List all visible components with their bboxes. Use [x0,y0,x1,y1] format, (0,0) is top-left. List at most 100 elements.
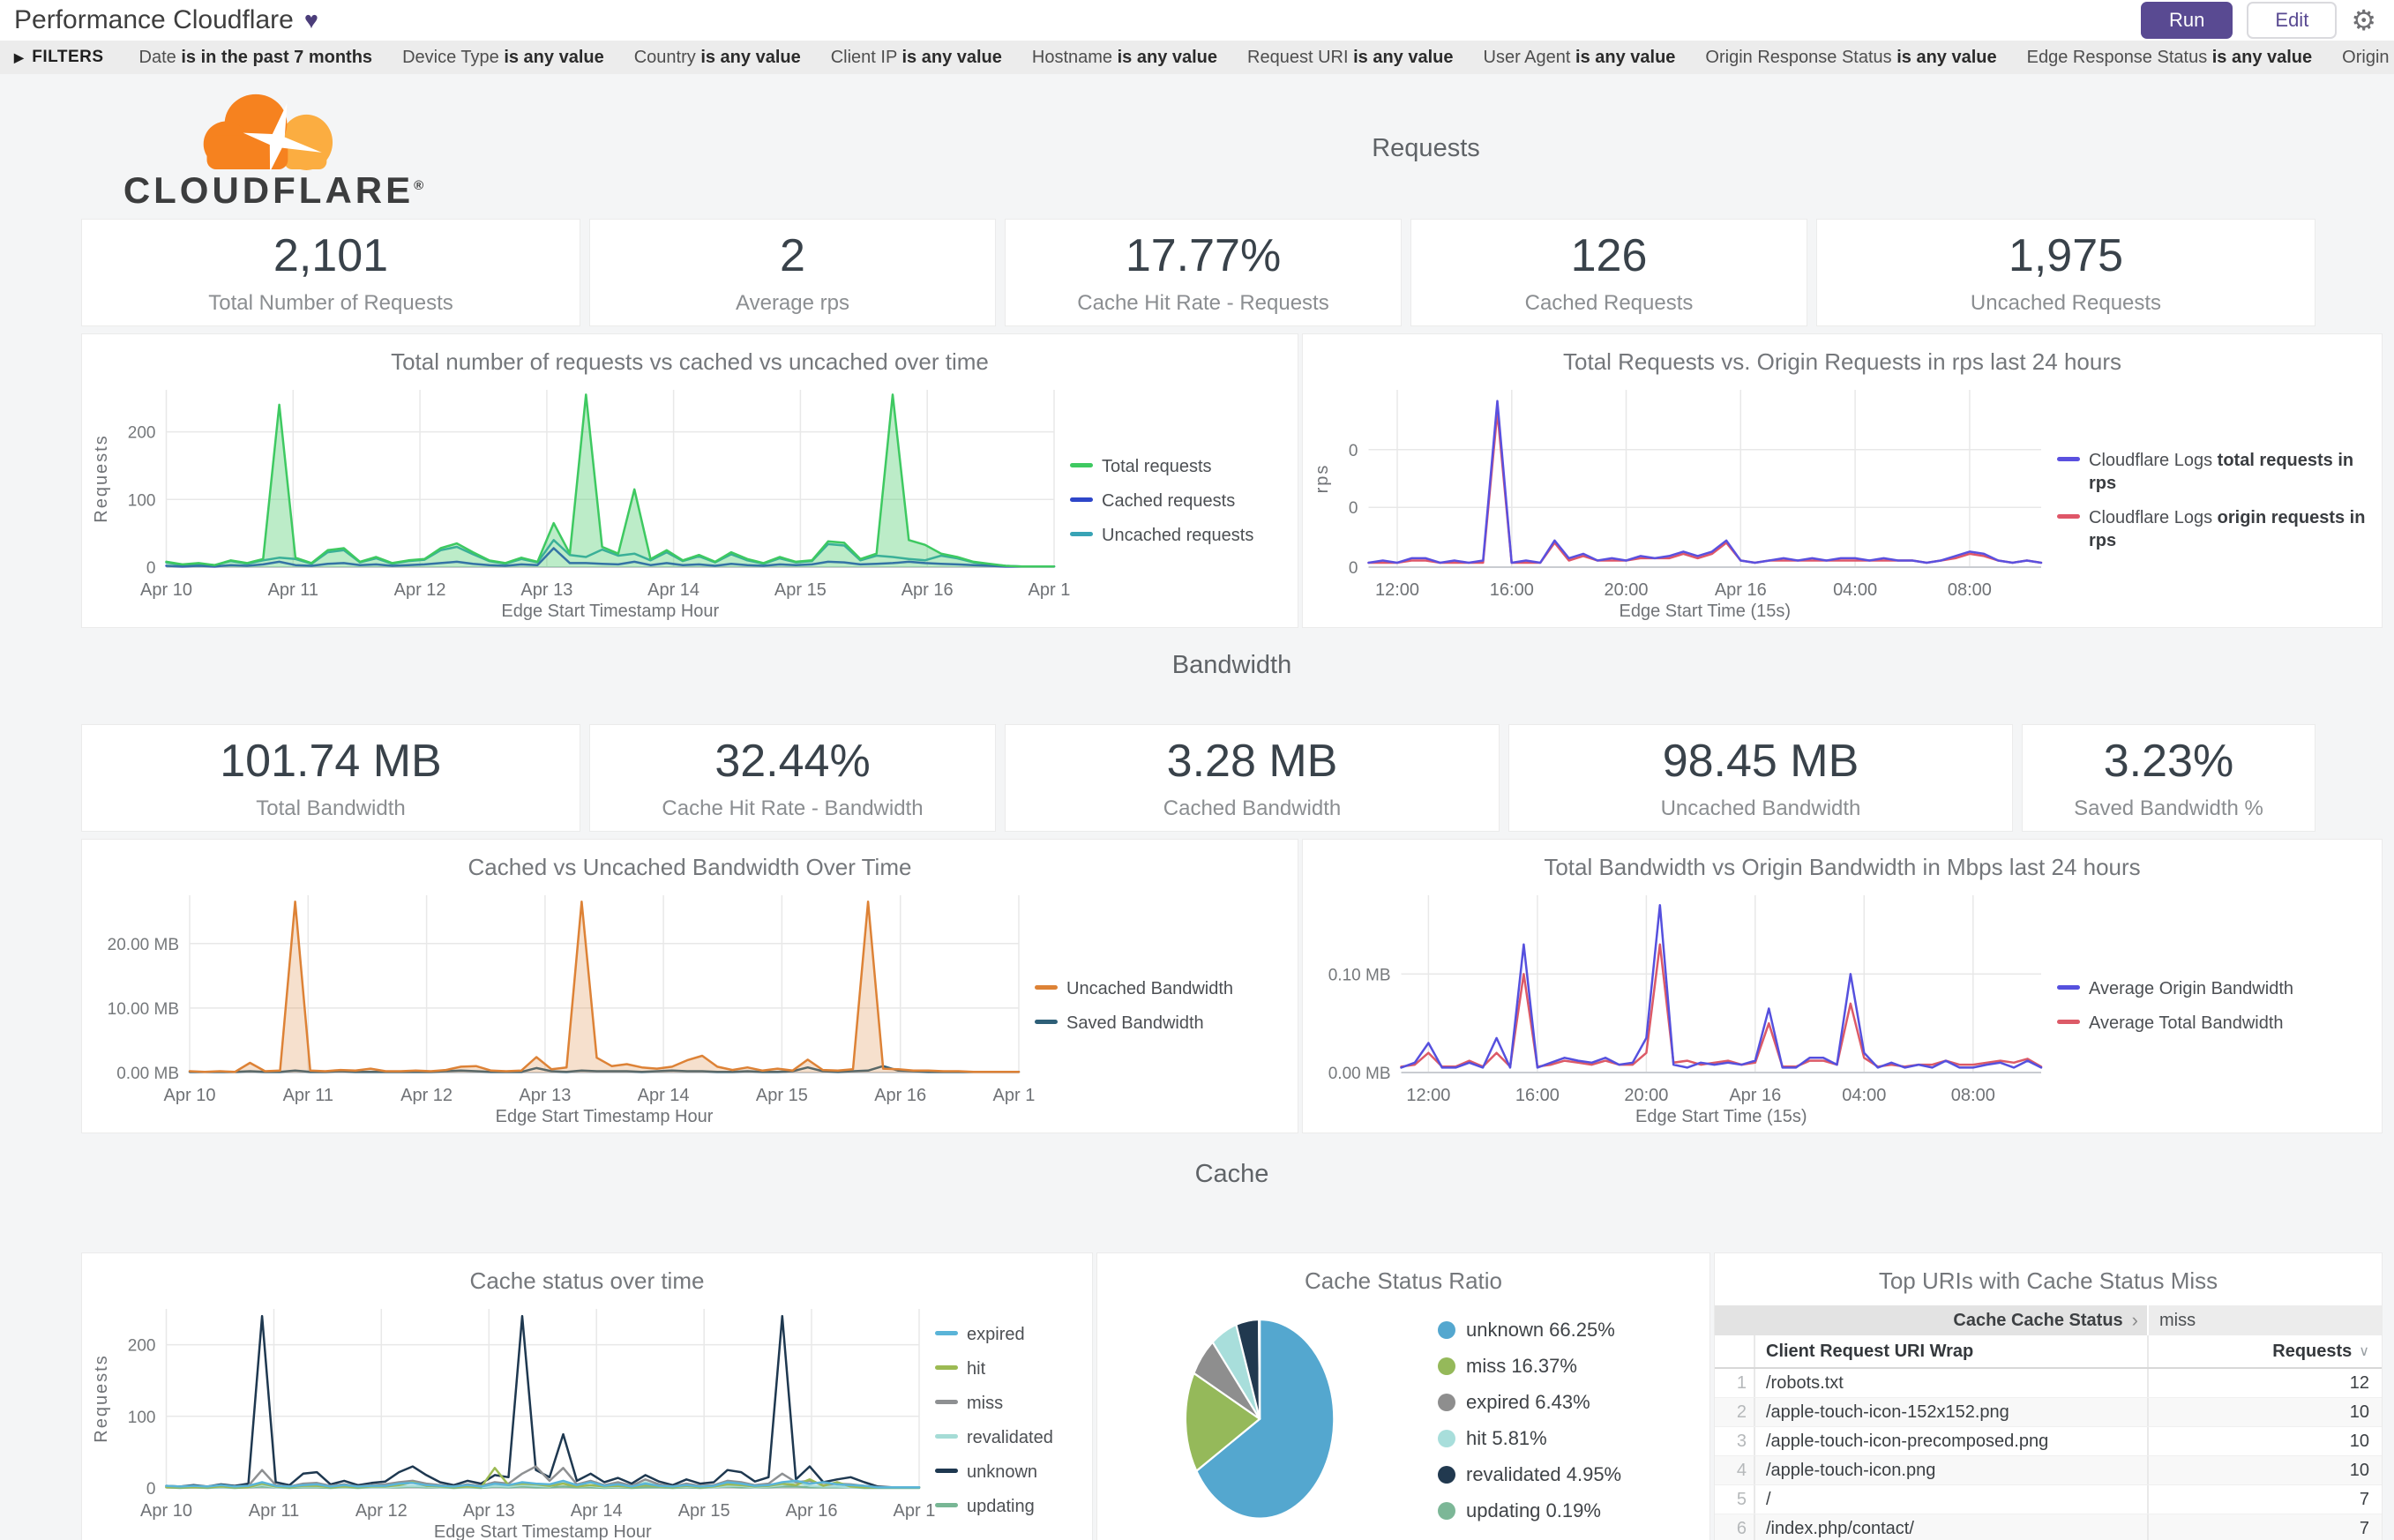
legend-item[interactable]: Average Total Bandwidth [2057,1012,2371,1035]
filter-chip[interactable]: Hostname is any value [1032,48,1217,68]
legend-item[interactable]: Cloudflare Logs origin requests in rps [2057,506,2371,552]
svg-text:20:00: 20:00 [1624,1086,1668,1105]
svg-text:Apr 10: Apr 10 [140,580,192,600]
requests-cell[interactable]: 10 [2147,1398,2382,1426]
cache-status-ratio-pie[interactable] [1104,1297,1438,1540]
row-index: 5 [1715,1485,1755,1514]
chart-cache-status-ratio: Cache Status Ratio unknown 66.25%miss 16… [1096,1252,1710,1540]
legend-item[interactable]: hit [935,1357,1081,1380]
kpi-tile[interactable]: 126Cached Requests [1410,219,1807,326]
svg-text:Apr 14: Apr 14 [647,580,699,600]
svg-text:0: 0 [146,1480,156,1499]
filter-chip[interactable]: User Agent is any value [1484,48,1676,68]
svg-text:Apr 11: Apr 11 [249,1501,299,1521]
filter-chip[interactable]: Request URI is any value [1247,48,1453,68]
pie-legend-item[interactable]: miss 16.37% [1438,1355,1702,1378]
kpi-tile[interactable]: 2,101Total Number of Requests [81,219,580,326]
legend-item[interactable]: revalidated [935,1426,1081,1449]
filters-toggle[interactable]: ▶ FILTERS [14,48,104,67]
requests-cell[interactable]: 12 [2147,1369,2382,1397]
kpi-tile[interactable]: 1,975Uncached Requests [1816,219,2315,326]
legend-item[interactable]: Cached requests [1070,490,1287,512]
run-button[interactable]: Run [2141,2,2233,39]
pie-legend: unknown 66.25% miss 16.37% expired 6.43% hi… [1438,1297,1702,1540]
filter-chip[interactable]: Edge Response Status is any value [2027,48,2313,68]
pie-legend-item[interactable]: updating 0.19% [1438,1499,1702,1522]
legend-item[interactable]: Average Origin Bandwidth [2057,977,2371,1000]
chart-title: Cache status over time [89,1267,1085,1295]
legend-label: Cached requests [1102,490,1235,512]
legend-item[interactable]: updating [935,1495,1081,1518]
uri-cell[interactable]: /robots.txt [1755,1369,2147,1397]
uri-cell[interactable]: /apple-touch-icon-152x152.png [1755,1398,2147,1426]
legend-label: updating [967,1495,1035,1518]
kpi-tile[interactable]: 3.23%Saved Bandwidth % [2022,724,2315,832]
filter-chip[interactable]: Country is any value [634,48,801,68]
requests-header-row: CLOUDFLARE® Requests [81,81,2383,215]
requests-cell[interactable]: 10 [2147,1427,2382,1455]
chart-legend: Average Origin Bandwidth Average Total Ba… [2057,883,2375,1129]
kpi-tile[interactable]: 32.44%Cache Hit Rate - Bandwidth [589,724,996,832]
legend-swatch [2057,985,2080,990]
svg-text:0.10 MB: 0.10 MB [1328,966,1391,984]
legend-item[interactable]: Uncached requests [1070,524,1287,547]
pie-legend-item[interactable]: revalidated 4.95% [1438,1463,1702,1486]
cache-status-over-time-plot[interactable]: 0100200Apr 10Apr 11Apr 12Apr 13Apr 14Apr… [89,1297,935,1540]
legend-item[interactable]: Uncached Bandwidth [1035,977,1287,1000]
bandwidth-over-time-plot[interactable]: 0.00 MB10.00 MB20.00 MBApr 10Apr 11Apr 1… [89,883,1035,1129]
kpi-tile[interactable]: 2Average rps [589,219,996,326]
gear-icon[interactable]: ⚙ [2351,6,2376,34]
bandwidth-charts-row: Cached vs Uncached Bandwidth Over Time 0… [81,839,2383,1133]
kpi-label: Total Bandwidth [256,796,405,821]
kpi-value: 1,975 [2009,229,2123,282]
legend-item[interactable]: Cloudflare Logs total requests in rps [2057,449,2371,495]
filter-chip[interactable]: Origin Response Status is any value [1705,48,1996,68]
requests-cell[interactable]: 7 [2147,1485,2382,1514]
legend-item[interactable]: Saved Bandwidth [1035,1012,1287,1035]
kpi-tile[interactable]: 3.28 MBCached Bandwidth [1005,724,1500,832]
svg-text:Apr 12: Apr 12 [355,1501,408,1521]
filter-chip[interactable]: Device Type is any value [402,48,604,68]
legend-item[interactable]: expired [935,1323,1081,1346]
bandwidth-last-24h-plot[interactable]: 0.00 MB0.10 MB12:0016:0020:00Apr 1604:00… [1310,883,2057,1129]
kpi-tile[interactable]: 101.74 MB Total Bandwidth [81,724,580,832]
kpi-value: 101.74 MB [220,735,442,788]
legend-item[interactable]: miss [935,1392,1081,1415]
rps-last-24h-plot[interactable]: 00012:0016:0020:00Apr 1604:0008:00Edge S… [1310,378,2057,624]
filter-chip[interactable]: Client IP is any value [831,48,1002,68]
edit-button[interactable]: Edit [2247,2,2337,39]
kpi-label: Average rps [736,291,849,316]
row-index: 2 [1715,1398,1755,1426]
filter-chip[interactable]: Origin IP is any value [2342,48,2394,68]
kpi-tile[interactable]: 98.45 MBUncached Bandwidth [1508,724,2013,832]
requests-column-header[interactable]: Requests ∨ [2147,1335,2382,1367]
filter-chip[interactable]: Date is in the past 7 months [139,48,373,68]
pie-legend-item[interactable]: unknown 66.25% [1438,1319,1702,1342]
legend-item[interactable]: Total requests [1070,455,1287,478]
svg-text:Apr 14: Apr 14 [571,1501,623,1521]
row-index: 3 [1715,1427,1755,1455]
uri-column-header[interactable]: Client Request URI Wrap [1755,1342,2147,1362]
legend-swatch [935,1434,958,1439]
chart-rps-last-24h: Total Requests vs. Origin Requests in rp… [1302,333,2383,628]
requests-cell[interactable]: 10 [2147,1456,2382,1484]
uri-cell[interactable]: / [1755,1485,2147,1514]
legend-item[interactable]: unknown [935,1461,1081,1484]
kpi-tile[interactable]: 17.77%Cache Hit Rate - Requests [1005,219,1402,326]
section-title-bandwidth: Bandwidth [81,651,2383,680]
uri-cell[interactable]: /apple-touch-icon.png [1755,1456,2147,1484]
pie-legend-item[interactable]: expired 6.43% [1438,1391,1702,1414]
svg-text:Apr 17: Apr 17 [993,1086,1035,1105]
pie-legend-item[interactable]: hit 5.81% [1438,1427,1702,1450]
uri-cell[interactable]: /index.php/contact/ [1755,1514,2147,1540]
requests-cell[interactable]: 7 [2147,1514,2382,1540]
kpi-label: Cache Hit Rate - Bandwidth [662,796,923,821]
table-title: Top URIs with Cache Status Miss [1715,1267,2382,1295]
requests-over-time-plot[interactable]: 0100200Apr 10Apr 11Apr 12Apr 13Apr 14Apr… [89,378,1070,624]
chart-title: Cached vs Uncached Bandwidth Over Time [89,854,1291,881]
requests-charts-row: Total number of requests vs cached vs un… [81,333,2383,628]
pivot-value: miss [2147,1305,2382,1335]
legend-swatch [1438,1466,1455,1484]
legend-label: Saved Bandwidth [1066,1012,1204,1035]
uri-cell[interactable]: /apple-touch-icon-precomposed.png [1755,1427,2147,1455]
